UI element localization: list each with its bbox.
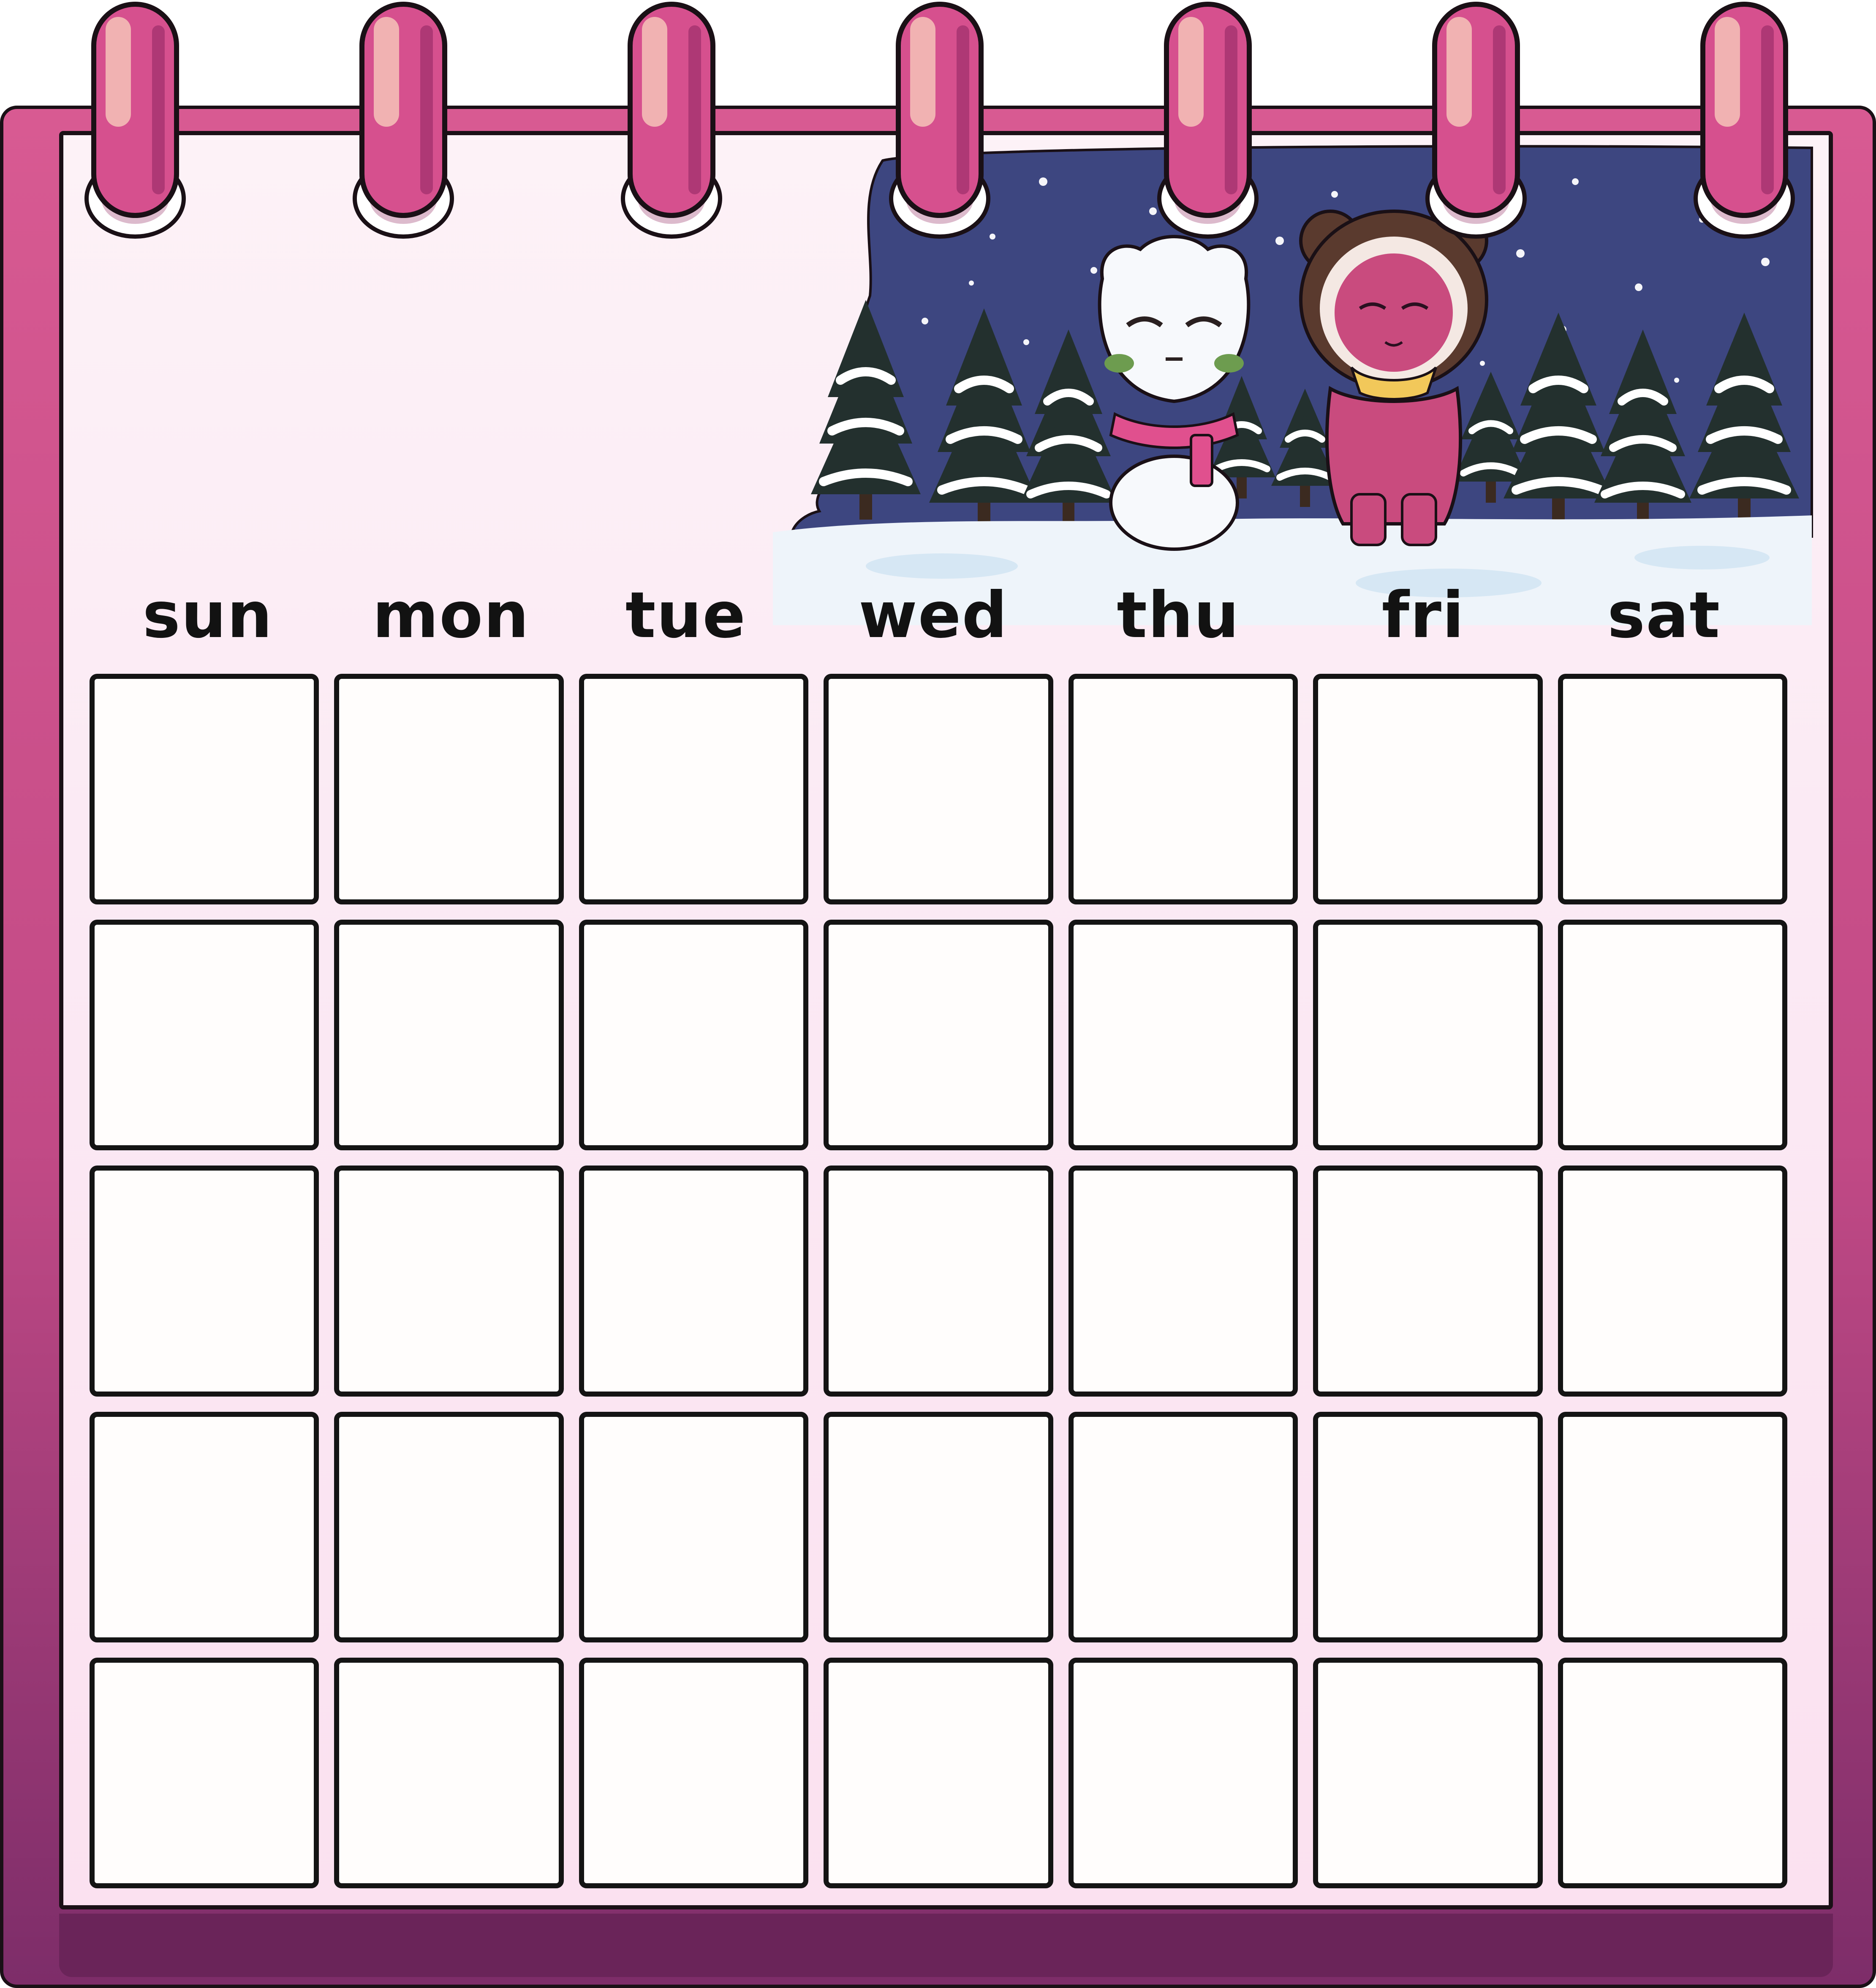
binder-ring xyxy=(1425,0,1527,239)
day-cell[interactable] xyxy=(1068,1411,1298,1642)
day-cell[interactable] xyxy=(90,920,319,1151)
weekday-mon: mon xyxy=(372,579,530,652)
binder-ring xyxy=(84,0,186,239)
day-cell[interactable] xyxy=(1313,1411,1543,1642)
day-cell[interactable] xyxy=(90,1166,319,1397)
binder-ring xyxy=(1157,0,1259,239)
day-cell[interactable] xyxy=(1313,920,1543,1151)
binder-ring xyxy=(621,0,722,239)
day-cell[interactable] xyxy=(824,1657,1053,1888)
day-cell[interactable] xyxy=(90,1411,319,1642)
day-cell[interactable] xyxy=(1558,674,1787,905)
day-cell[interactable] xyxy=(579,920,809,1151)
day-cell[interactable] xyxy=(579,1657,809,1888)
day-cell[interactable] xyxy=(824,674,1053,905)
day-cell[interactable] xyxy=(579,674,809,905)
calendar-grid xyxy=(90,674,1787,1888)
day-cell[interactable] xyxy=(1313,1166,1543,1397)
weekday-thu: thu xyxy=(1117,579,1240,652)
day-cell[interactable] xyxy=(1313,1657,1543,1888)
day-cell[interactable] xyxy=(1068,920,1298,1151)
calendar-backing-edge xyxy=(59,1914,1833,1977)
weekday-sat: sat xyxy=(1607,579,1721,652)
day-cell[interactable] xyxy=(824,1411,1053,1642)
day-cell[interactable] xyxy=(90,674,319,905)
day-cell[interactable] xyxy=(824,1166,1053,1397)
day-cell[interactable] xyxy=(1558,1166,1787,1397)
day-cell[interactable] xyxy=(334,1657,564,1888)
day-cell[interactable] xyxy=(334,1411,564,1642)
day-cell[interactable] xyxy=(579,1411,809,1642)
day-cell[interactable] xyxy=(1068,1166,1298,1397)
binder-ring xyxy=(1694,0,1795,239)
weekday-sun: sun xyxy=(142,579,273,652)
binder-ring xyxy=(889,0,990,239)
day-cell[interactable] xyxy=(1313,674,1543,905)
day-cell[interactable] xyxy=(1068,674,1298,905)
weekday-fri: fri xyxy=(1381,579,1465,652)
day-cell[interactable] xyxy=(579,1166,809,1397)
weekday-wed: wed xyxy=(859,579,1008,652)
day-cell[interactable] xyxy=(1558,1411,1787,1642)
day-cell[interactable] xyxy=(90,1657,319,1888)
day-cell[interactable] xyxy=(1558,1657,1787,1888)
day-cell[interactable] xyxy=(334,920,564,1151)
day-cell[interactable] xyxy=(1068,1657,1298,1888)
binder-ring xyxy=(353,0,454,239)
day-cell[interactable] xyxy=(1558,920,1787,1151)
day-cell[interactable] xyxy=(334,1166,564,1397)
day-cell[interactable] xyxy=(334,674,564,905)
day-cell[interactable] xyxy=(824,920,1053,1151)
weekday-tue: tue xyxy=(625,579,747,652)
